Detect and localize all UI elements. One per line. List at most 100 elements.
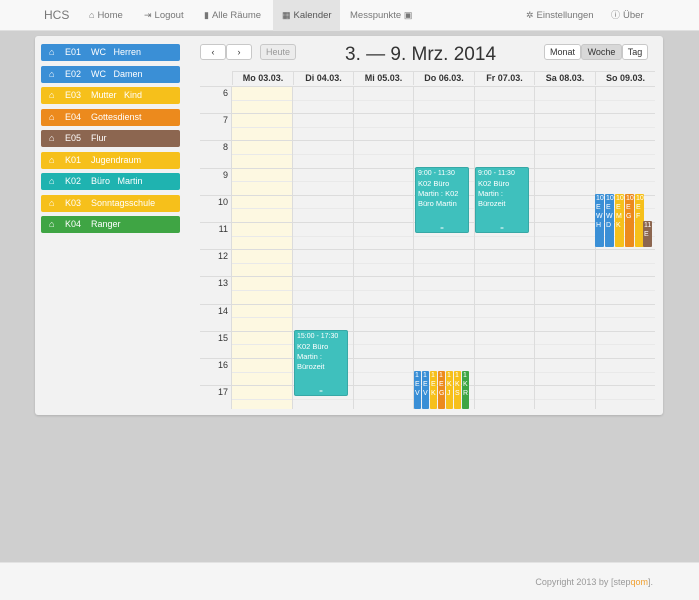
calendar-event-compact[interactable]: 1 K R — [462, 371, 469, 409]
room-label: E02 — [65, 68, 82, 79]
top-navbar: HCS ⌂ Home ⇥ Logout ▮ Alle Räume ▦ Kalender … — [0, 0, 699, 31]
room-name: WC Damen — [91, 68, 143, 79]
event-time: 9:00 - 11:30 — [478, 170, 515, 177]
nav-home[interactable]: ⌂ Home — [89, 0, 123, 31]
day-column-line — [413, 86, 414, 409]
home-icon: ⌂ — [49, 111, 55, 122]
nav-settings[interactable]: ✲ Einstellungen — [526, 0, 594, 31]
event-title: K02 Büro Martin : Bürozeit — [297, 342, 329, 371]
calendar-event-compact[interactable]: 1 E K — [430, 371, 437, 409]
prev-week-button[interactable]: ‹ — [200, 44, 226, 60]
day-column-line — [474, 86, 475, 409]
hour-line — [200, 303, 655, 305]
week-view-button[interactable]: Woche — [581, 44, 622, 60]
nav-home-label: Home — [97, 10, 123, 21]
home-icon: ⌂ — [49, 176, 55, 186]
home-icon: ⌂ — [49, 68, 55, 79]
hour-label: 10 — [217, 196, 228, 207]
nav-measure-points[interactable]: Messpunkte ▣ — [350, 0, 415, 31]
room-button[interactable]: ⌂ K04 Ranger — [41, 216, 180, 233]
hour-label: 14 — [217, 305, 228, 316]
half-hour-line — [231, 290, 655, 291]
calendar-icon: ▦ — [282, 10, 291, 20]
nav-rooms-label: Alle Räume — [211, 10, 262, 21]
day-column-line — [231, 86, 232, 409]
room-label: K02 — [65, 176, 82, 186]
hour-line — [200, 249, 655, 251]
half-hour-line — [231, 99, 655, 101]
half-hour-line — [231, 262, 655, 264]
room-label: E04 — [65, 111, 82, 122]
calendar-time-grid[interactable]: 6 7 8 9 10 11 12 13 14 15 16 17 9:00 - 11:30 K02 Büro… — [200, 86, 655, 409]
hour-line — [200, 330, 655, 332]
room-name: Büro Martin — [91, 176, 143, 186]
half-hour-line — [231, 126, 655, 128]
stepqom-link-accent[interactable]: qom — [630, 577, 648, 587]
brand-logo[interactable]: HCS — [44, 0, 69, 31]
month-view-button[interactable]: Monat — [544, 44, 581, 60]
stepqom-link[interactable]: step — [613, 577, 630, 587]
calendar-event-compact[interactable]: 11 E — [643, 221, 652, 247]
calendar-event-compact[interactable]: 10 E W D — [605, 194, 614, 247]
home-icon: ⌂ — [49, 133, 55, 143]
footer: Copyright 2013 by [stepqom]. — [0, 562, 699, 600]
hour-label: 8 — [222, 142, 228, 153]
room-label: K01 — [65, 154, 82, 165]
hour-label: 9 — [222, 169, 228, 180]
nav-about[interactable]: ⓘ Über — [611, 0, 644, 31]
calendar-event-compact[interactable]: 1 K J — [446, 371, 453, 409]
today-button[interactable]: Heute — [260, 44, 296, 60]
calendar-event-compact[interactable]: 10 E M K — [615, 194, 624, 247]
room-name: Sonntagsschule — [91, 197, 156, 208]
resize-handle[interactable]: = — [416, 226, 468, 232]
hour-label: 12 — [217, 251, 228, 262]
room-button[interactable]: ⌂ E03 Mutter Kind — [41, 87, 180, 104]
resize-handle[interactable]: = — [295, 389, 347, 395]
nav-logout-label: Logout — [154, 10, 184, 21]
room-name: Jugendraum — [91, 154, 142, 165]
calendar-event[interactable]: 15:00 - 17:30 K02 Büro Martin : Bürozeit = — [294, 330, 348, 396]
calendar-event-compact[interactable]: 1 E G — [438, 371, 445, 409]
home-icon: ⌂ — [49, 90, 55, 100]
room-button[interactable]: ⌂ K03 Sonntagsschule — [41, 194, 180, 212]
nav-calendar[interactable]: ▦ Kalender — [273, 0, 340, 31]
bar-chart-icon: ▮ — [204, 10, 209, 20]
hour-line — [200, 358, 655, 359]
half-hour-line — [231, 154, 655, 155]
logout-icon: ⇥ — [144, 10, 152, 20]
hour-line — [200, 86, 655, 87]
room-name: Gottesdienst — [91, 111, 142, 122]
calendar-event-compact[interactable]: 1 E V — [414, 371, 421, 409]
calendar-event-compact[interactable]: 1 E V — [422, 371, 429, 409]
room-button[interactable]: ⌂ K02 Büro Martin — [41, 173, 180, 190]
day-view-button[interactable]: Tag — [622, 44, 648, 60]
calendar-event-compact[interactable]: 1 K S — [454, 371, 461, 409]
calendar-panel: ⌂ E01 WC Herren ⌂ E02 WC Damen ⌂ E03 Mutter K… — [35, 36, 663, 415]
nav-calendar-label: Kalender — [293, 10, 332, 21]
day-header: Di 04.03. — [293, 71, 353, 85]
room-button[interactable]: ⌂ E01 WC Herren — [41, 44, 180, 61]
calendar-event-compact[interactable]: 10 E W H — [595, 194, 604, 247]
next-week-button[interactable]: › — [226, 44, 252, 60]
calendar-event-compact[interactable]: 10 E G — [625, 194, 634, 247]
half-hour-line — [231, 235, 655, 237]
half-hour-line — [231, 317, 655, 319]
info-icon: ⓘ — [611, 10, 621, 20]
room-name: WC Herren — [91, 47, 142, 57]
room-label: K03 — [65, 197, 82, 208]
nav-logout[interactable]: ⇥ Logout — [144, 0, 184, 31]
room-button[interactable]: ⌂ K01 Jugendraum — [41, 151, 180, 169]
day-column-line — [353, 86, 354, 409]
copyright-text: Copyright 2013 by [stepqom]. — [535, 577, 653, 587]
day-header: Sa 08.03. — [534, 71, 595, 85]
nav-measure-label: Messpunkte — [350, 10, 402, 21]
calendar-event[interactable]: 9:00 - 11:30 K02 Büro Martin : Bürozeit = — [475, 167, 529, 233]
room-button[interactable]: ⌂ E02 WC Damen — [41, 65, 180, 83]
nav-all-rooms[interactable]: ▮ Alle Räume — [204, 0, 261, 31]
calendar-event[interactable]: 9:00 - 11:30 K02 Büro Martin : K02 Büro M… — [415, 167, 469, 233]
home-icon: ⌂ — [49, 197, 55, 208]
day-header: So 09.03. — [595, 71, 655, 85]
room-button[interactable]: ⌂ E05 Flur — [41, 130, 180, 147]
room-button[interactable]: ⌂ E04 Gottesdienst — [41, 108, 180, 126]
resize-handle[interactable]: = — [476, 226, 528, 232]
